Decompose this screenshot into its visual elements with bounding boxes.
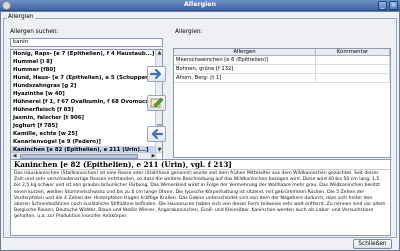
list-item[interactable]: Hummel [i 8] bbox=[11, 58, 162, 66]
detail-title: Kaninchen [e 82 (Epithelien), e 211 (Uri… bbox=[11, 160, 390, 170]
dialog-body: Allergien Allergen suchen: kanin Honig, … bbox=[0, 11, 400, 251]
allergen-detail-panel: Kaninchen [e 82 (Epithelien), e 211 (Uri… bbox=[10, 159, 391, 236]
allergen-items: Honig, Raps- [e 7 (Epithelien), f 4 Haus… bbox=[11, 50, 162, 154]
list-item[interactable]: Hühnerei [f 1, f 67 Ovalbumin, f 68 Ovom… bbox=[11, 98, 162, 106]
minimize-icon: _ bbox=[381, 2, 384, 9]
group-label: Allergien bbox=[7, 14, 35, 20]
allergies-table[interactable]: Allergen Kommentar Meerschweinchen [e 6 … bbox=[173, 48, 391, 158]
table-header: Allergen Kommentar bbox=[174, 49, 390, 56]
allergies-rows: Meerschweinchen [e 6 (Epithelien)] Bohnen… bbox=[174, 56, 390, 83]
list-item[interactable]: Kanarienvogel [e 9 (Federn)] bbox=[11, 138, 162, 146]
column-header-comment[interactable]: Kommentar bbox=[316, 49, 390, 55]
table-row[interactable]: Bohnen, grüne [f 132] bbox=[174, 65, 390, 74]
minimize-button[interactable]: _ bbox=[378, 1, 387, 10]
list-item[interactable]: Kamille, echte [w 25] bbox=[11, 130, 162, 138]
cell-allergen: Bohnen, grüne [f 132] bbox=[174, 65, 316, 73]
close-button[interactable]: Schließen bbox=[353, 239, 392, 249]
list-item[interactable]: Hund, Haus- [e 7 (Epithelien), e 5 (Schu… bbox=[11, 74, 162, 82]
add-allergy-button[interactable] bbox=[147, 66, 166, 82]
table-row[interactable]: Meerschweinchen [e 6 (Epithelien)] bbox=[174, 56, 390, 65]
cell-comment[interactable] bbox=[316, 56, 390, 64]
list-item[interactable]: Hummer [f80] bbox=[11, 66, 162, 74]
arrow-left-icon bbox=[151, 128, 164, 140]
list-item[interactable]: Hühnerfleisch [f 83] bbox=[11, 106, 162, 114]
arrow-right-icon bbox=[149, 68, 162, 80]
allergies-label: Allergien: bbox=[175, 29, 203, 35]
list-item[interactable]: Joghurt [f 785] bbox=[11, 122, 162, 130]
list-item[interactable]: Jasmin, falscher [t 906] bbox=[11, 114, 162, 122]
allergen-list[interactable]: Honig, Raps- [e 7 (Epithelien), f 4 Haus… bbox=[10, 49, 163, 160]
allergen-list-hscrollbar[interactable]: ◀ ▶ bbox=[11, 152, 157, 159]
edit-comment-icon bbox=[150, 97, 164, 108]
list-item[interactable]: Honig, Raps- [e 7 (Epithelien), f 4 Haus… bbox=[11, 50, 162, 58]
scroll-up-icon[interactable]: ▲ bbox=[156, 50, 162, 57]
cell-comment[interactable] bbox=[316, 65, 390, 73]
search-input[interactable]: kanin bbox=[10, 38, 163, 47]
cell-comment[interactable] bbox=[316, 74, 390, 82]
search-label: Allergen suchen: bbox=[10, 29, 59, 35]
column-header-allergen[interactable]: Allergen bbox=[174, 49, 316, 55]
table-row[interactable]: Ahorn, Berg- [t 1] bbox=[174, 74, 390, 83]
window-title: Allergien bbox=[184, 1, 216, 8]
remove-allergy-button[interactable] bbox=[147, 126, 166, 142]
scroll-down-icon[interactable]: ▼ bbox=[156, 147, 162, 154]
close-icon: × bbox=[390, 2, 397, 9]
cell-allergen: Meerschweinchen [e 6 (Epithelien)] bbox=[174, 56, 316, 64]
title-bar: Allergien _ × bbox=[0, 0, 400, 11]
list-item[interactable]: Hundszahngras [g 2] bbox=[11, 82, 162, 90]
detail-text: Das Hauskaninchen (Stallkaninchen) ist e… bbox=[14, 171, 386, 220]
edit-comment-button[interactable] bbox=[147, 95, 166, 111]
cell-allergen: Ahorn, Berg- [t 1] bbox=[174, 74, 316, 82]
list-item[interactable]: Hyazinthe [w 40] bbox=[11, 90, 162, 98]
close-window-button[interactable]: × bbox=[389, 1, 398, 10]
